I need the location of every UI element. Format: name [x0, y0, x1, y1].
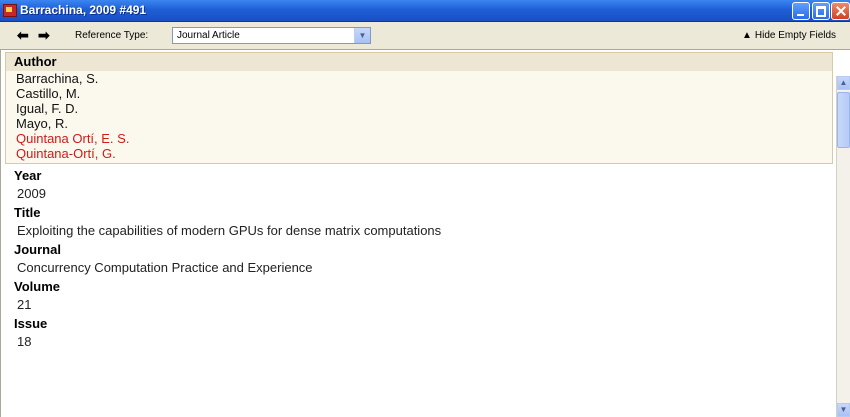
hide-empty-fields-label: Hide Empty Fields — [754, 30, 837, 41]
volume-label: Volume — [14, 279, 60, 294]
minimize-button[interactable] — [792, 2, 810, 20]
journal-field[interactable]: Journal Concurrency Computation Practice… — [1, 240, 836, 277]
issue-field[interactable]: Issue 18 — [1, 314, 836, 351]
journal-label: Journal — [14, 242, 61, 257]
maximize-button[interactable] — [812, 2, 830, 20]
vertical-scrollbar[interactable]: ▲ ▼ — [836, 76, 850, 417]
author-field[interactable]: Author Barrachina, S. Castillo, M. Igual, … — [5, 52, 833, 164]
scroll-up-button[interactable]: ▲ — [837, 76, 850, 90]
endnote-app-icon — [3, 4, 17, 17]
year-value[interactable]: 2009 — [1, 185, 836, 203]
title-bar[interactable]: Barrachina, 2009 #491 — [0, 0, 850, 22]
arrow-right-icon[interactable]: ➡ — [38, 28, 56, 42]
issue-value[interactable]: 18 — [1, 333, 836, 351]
scroll-thumb[interactable] — [837, 92, 850, 148]
reference-type-select[interactable]: Journal Article ▼ — [172, 27, 371, 44]
author-label: Author — [6, 53, 832, 71]
close-button[interactable] — [831, 2, 850, 20]
scroll-down-button[interactable]: ▼ — [837, 403, 850, 417]
toolbar: ⬅ ➡ Reference Type: Journal Article ▼ ▲ H… — [0, 22, 850, 50]
volume-field[interactable]: Volume 21 — [1, 277, 836, 314]
chevron-down-icon[interactable]: ▼ — [354, 28, 370, 43]
arrow-up-icon: ▲ — [742, 30, 752, 41]
year-label: Year — [14, 168, 42, 183]
title-field[interactable]: Title Exploiting the capabilities of mod… — [1, 203, 836, 240]
volume-value[interactable]: 21 — [1, 296, 836, 314]
title-label: Title — [14, 205, 41, 220]
window-title: Barrachina, 2009 #491 — [20, 3, 147, 17]
author-list[interactable]: Barrachina, S. Castillo, M. Igual, F. D. Ma… — [6, 71, 832, 161]
reference-type-label: Reference Type: — [75, 30, 149, 41]
year-field[interactable]: Year 2009 — [1, 166, 836, 203]
title-value[interactable]: Exploiting the capabilities of modern GP… — [1, 222, 836, 240]
hide-empty-fields-button[interactable]: ▲ Hide Empty Fields — [742, 30, 836, 41]
author-name[interactable]: Mayo, R. — [6, 116, 832, 131]
author-name[interactable]: Igual, F. D. — [6, 101, 832, 116]
issue-label: Issue — [14, 316, 48, 331]
record-content: Author Barrachina, S. Castillo, M. Igual, … — [0, 50, 836, 417]
author-name[interactable]: Quintana Ortí, E. S. — [6, 131, 832, 146]
author-name[interactable]: Castillo, M. — [6, 86, 832, 101]
author-name[interactable]: Barrachina, S. — [6, 71, 832, 86]
arrow-left-icon[interactable]: ⬅ — [17, 28, 35, 42]
author-name[interactable]: Quintana-Ortí, G. — [6, 146, 832, 161]
journal-value[interactable]: Concurrency Computation Practice and Exp… — [1, 259, 836, 277]
reference-type-value: Journal Article — [177, 30, 240, 41]
